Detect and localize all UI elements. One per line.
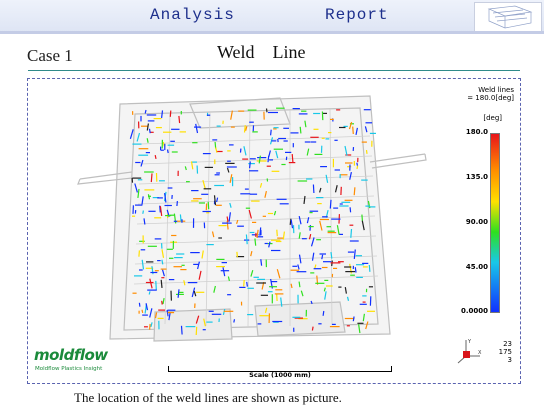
scale-label: Scale (1000 mm)	[249, 371, 311, 379]
weld-line-segment	[352, 126, 354, 135]
legend-tick: 135.0	[465, 173, 488, 181]
weld-line-segment	[350, 228, 353, 238]
legend-tick: 180.0	[465, 128, 488, 136]
color-legend: Weld lines = 180.0[deg] [deg] 180.0 135.…	[444, 86, 516, 376]
page-title: Weld Line	[217, 42, 306, 62]
weld-line-segment	[160, 279, 163, 288]
weld-line-segment	[267, 155, 270, 163]
weld-line-segment	[246, 281, 248, 287]
weld-line-segment	[138, 250, 140, 257]
weld-line-segment	[312, 184, 315, 194]
weld-line-segment	[144, 109, 147, 114]
legend-unit: [deg]	[483, 114, 502, 122]
weld-line-segment	[352, 316, 355, 322]
weld-line-segment	[245, 234, 248, 245]
axis-triad-icon: Y X	[457, 339, 482, 364]
weld-line-segment	[321, 254, 324, 260]
weld-line-segment	[150, 173, 153, 183]
weld-line-segment	[353, 187, 356, 196]
weld-line-segment	[365, 150, 368, 154]
weld-line-segment	[243, 125, 246, 133]
weld-line-segment	[148, 291, 151, 295]
weld-line-model-view	[77, 95, 427, 342]
weld-line-segment	[260, 259, 263, 266]
legend-tick: 90.00	[465, 218, 488, 226]
slide-caption: The location of the weld lines are shown…	[74, 390, 342, 405]
model-thumbnail	[474, 2, 542, 34]
svg-text:X: X	[478, 350, 482, 356]
case-label: Case 1	[27, 46, 73, 65]
weld-line-segment	[322, 310, 325, 316]
weld-line-segment	[254, 238, 257, 246]
weld-line-segment	[141, 309, 144, 314]
axis-value: 175	[498, 348, 512, 356]
svg-text:Y: Y	[467, 339, 472, 345]
weld-line-segment	[243, 279, 245, 287]
axis-value: 23	[503, 340, 512, 348]
weld-line-segment	[154, 154, 157, 160]
weld-line-segment	[356, 165, 359, 170]
weld-line-segment	[155, 280, 157, 290]
weld-line-segment	[265, 108, 268, 113]
weld-line-segment	[178, 115, 181, 124]
weld-line-segment	[176, 201, 178, 207]
weld-line-segment	[138, 302, 141, 307]
weld-line-segment	[148, 128, 151, 134]
weld-line-segment	[161, 300, 163, 305]
tab-analysis[interactable]: Analysis	[150, 6, 235, 24]
moldflow-logo: moldflow Moldflow Plastics Insight	[34, 346, 124, 376]
weld-line-segment	[142, 210, 144, 214]
weld-line-segment	[195, 326, 198, 336]
weld-line-segment	[361, 214, 363, 222]
legend-tick: 0.0000	[460, 307, 488, 315]
title-divider	[28, 70, 520, 71]
weld-line-segment	[349, 207, 352, 213]
weld-line-segment	[299, 126, 302, 134]
legend-tick: 45.00	[465, 263, 488, 271]
weld-line-segment	[166, 149, 169, 154]
weld-line-segment	[179, 214, 182, 222]
logo-subtitle: Moldflow Plastics Insight	[35, 366, 103, 372]
axis-value: 3	[507, 356, 512, 364]
header-bar: Analysis Report	[0, 0, 544, 34]
weld-line-segment	[276, 229, 278, 237]
weld-line-segment	[236, 251, 238, 258]
weld-line-segment	[180, 325, 183, 335]
weld-line-segment	[330, 252, 333, 259]
weld-line-segment	[368, 264, 371, 272]
weld-line-segment	[270, 129, 272, 136]
legend-threshold: = 180.0[deg]	[467, 94, 514, 102]
weld-line-segment	[298, 281, 301, 288]
tab-report[interactable]: Report	[325, 6, 389, 24]
weld-line-segment	[329, 199, 332, 209]
header-stripe	[0, 31, 544, 34]
weld-line-segment	[289, 218, 292, 225]
weld-line-segment	[149, 323, 151, 330]
weld-line-segment	[354, 267, 357, 273]
weld-line-segment	[311, 326, 314, 331]
weld-line-segment	[207, 201, 210, 210]
weld-line-segment	[169, 110, 172, 117]
weld-line-segment	[249, 161, 251, 169]
legend-title: Weld lines	[478, 86, 514, 94]
weld-line-segment	[291, 154, 294, 163]
legend-color-bar	[490, 133, 500, 313]
weld-line-segment	[356, 162, 359, 166]
logo-wordmark: moldflow	[34, 346, 108, 364]
weld-line-segment	[233, 319, 236, 323]
